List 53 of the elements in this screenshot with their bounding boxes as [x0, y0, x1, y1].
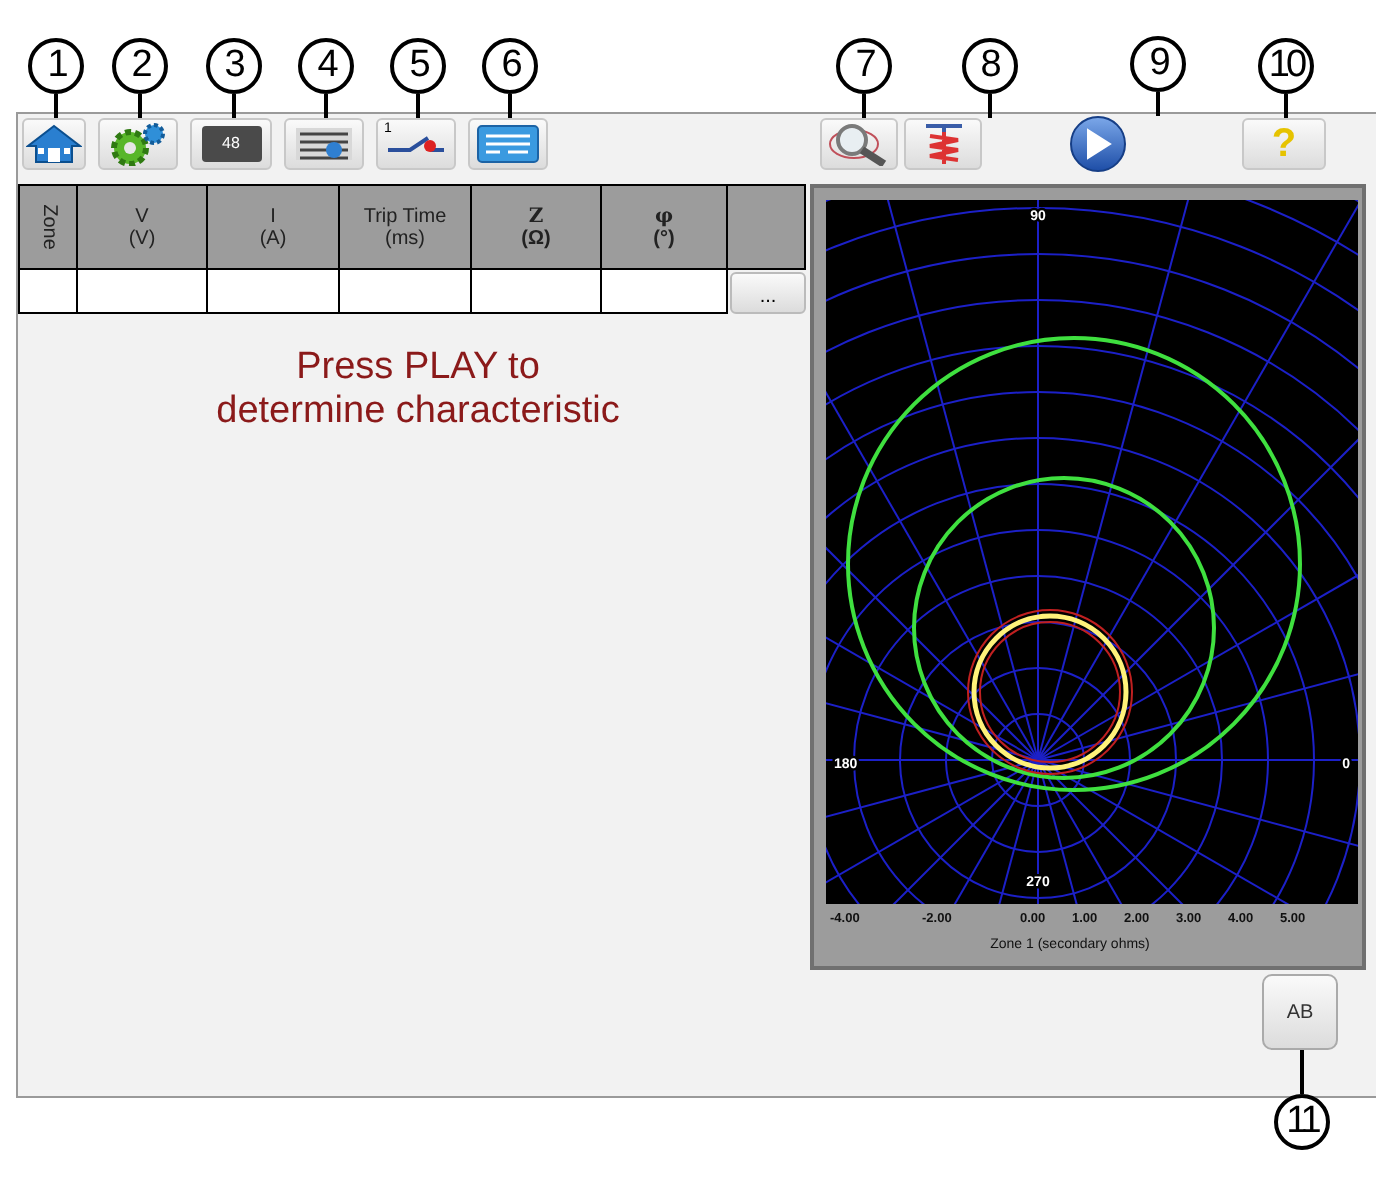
home-button[interactable]: [22, 118, 86, 170]
leader-line: [987, 94, 991, 118]
panel-icon: [294, 124, 354, 164]
play-icon: [1084, 128, 1112, 160]
leader-line: [508, 94, 512, 118]
column-header: Zone: [18, 184, 78, 270]
callout-number: 4: [298, 38, 354, 94]
leader-line: [324, 94, 328, 118]
callout-number: 1: [28, 38, 84, 94]
column-header: I (A): [206, 184, 340, 270]
ab-button[interactable]: AB: [1262, 974, 1338, 1050]
callout-number: 8: [961, 38, 1017, 94]
house-icon: [26, 124, 82, 164]
column-header: Trip Time (ms): [338, 184, 472, 270]
instruction-message: Press PLAY to determine characteristic: [214, 346, 622, 434]
zoom-button[interactable]: [820, 118, 898, 170]
battery-icon: 48: [201, 126, 261, 162]
leader-line: [1300, 1050, 1304, 1094]
callout-number: 2: [112, 38, 168, 94]
callout-number: 7: [836, 38, 892, 94]
table-cell[interactable]: [470, 268, 602, 314]
callout-number: 11: [1274, 1094, 1330, 1150]
waveform-button[interactable]: [904, 118, 982, 170]
callout-number: 3: [205, 38, 261, 94]
leader-line: [138, 94, 142, 118]
leader-line: [1156, 92, 1160, 116]
column-header: [726, 184, 806, 270]
settings-button[interactable]: [98, 118, 178, 170]
table-cell[interactable]: [338, 268, 472, 314]
gear-icon: [108, 122, 168, 166]
table-cell[interactable]: [600, 268, 728, 314]
leader-line: [231, 94, 235, 118]
more-button[interactable]: ...: [730, 272, 806, 314]
parameters-button[interactable]: [284, 118, 364, 170]
callout-number: 10: [1258, 38, 1314, 94]
column-header: V (V): [76, 184, 208, 270]
leader-line: [416, 94, 420, 118]
column-header: φ (°): [600, 184, 728, 270]
callout-number: 6: [482, 38, 538, 94]
leader-line: [1284, 94, 1288, 118]
callout-number: 5: [390, 38, 446, 94]
card-button[interactable]: [468, 118, 548, 170]
callout-number: 9: [1130, 36, 1186, 92]
battery-button[interactable]: 48: [190, 118, 272, 170]
table-cell[interactable]: [18, 268, 78, 314]
table-cell[interactable]: [206, 268, 340, 314]
play-button[interactable]: [1070, 116, 1126, 172]
table-cell[interactable]: [76, 268, 208, 314]
leader-line: [862, 94, 866, 118]
leader-line: [54, 94, 58, 118]
magnifier-icon: [827, 122, 891, 166]
card-icon: [476, 124, 540, 164]
column-header: Z (Ω): [470, 184, 602, 270]
